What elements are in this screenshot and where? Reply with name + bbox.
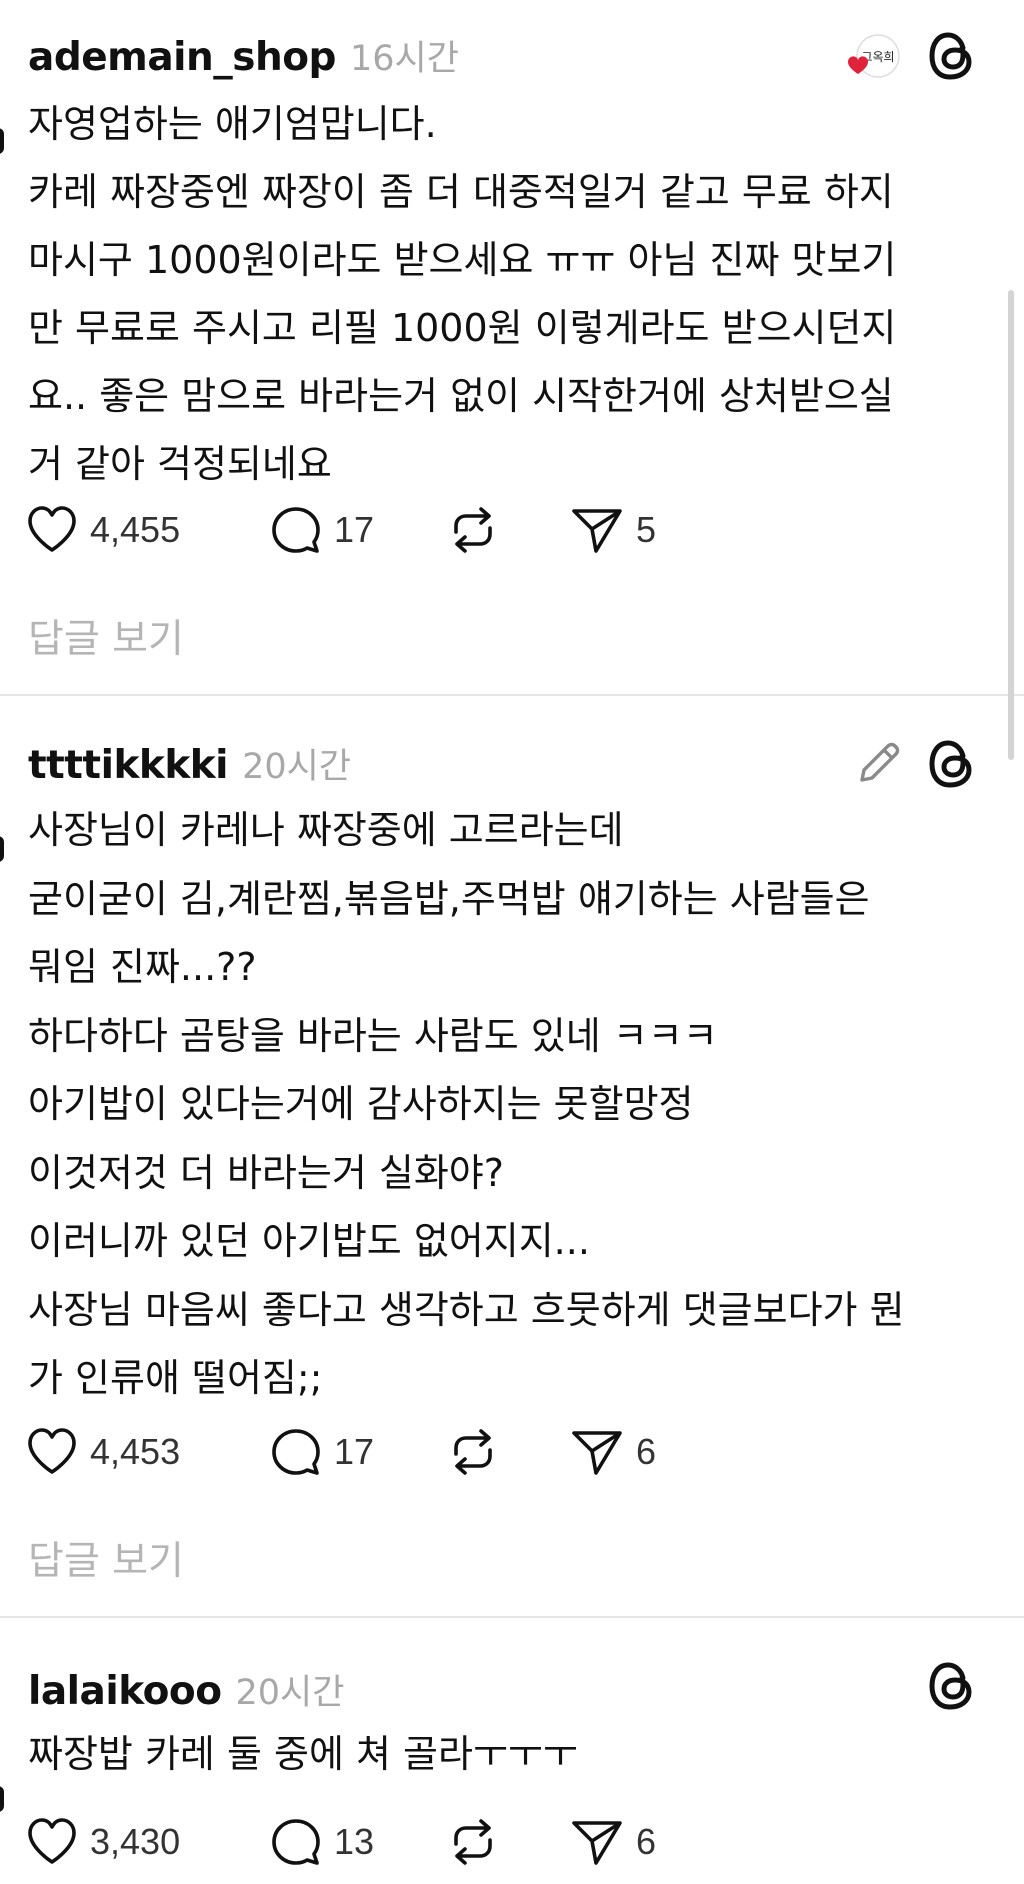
post-actions: 4,455 17 5	[26, 500, 826, 560]
timestamp: 16시간	[349, 39, 459, 79]
post-actions: 4,453 17 6	[26, 1422, 826, 1482]
post-ttttikkkki: ttttikkkki 20시간 사장님이 카레나 짜장중에 고르라는데 굳이굳이…	[0, 696, 1024, 1616]
like-button[interactable]: 4,455	[26, 500, 180, 560]
like-button[interactable]: 4,453	[26, 1422, 180, 1482]
view-replies-link[interactable]: 답글 보기	[28, 608, 184, 664]
username[interactable]: ttttikkkki	[28, 743, 229, 788]
repost-icon	[454, 1819, 492, 1865]
profile-badge-icon[interactable]: 그옥희	[834, 34, 906, 84]
post-text-line: 카레 짜장중엔 짜장이 좀 더 대중적일거 같고 무료 하지	[28, 170, 894, 214]
post-actions: 3,430 13 6	[26, 1812, 826, 1872]
repost-button[interactable]	[446, 1812, 500, 1872]
comment-bubble-icon	[272, 1819, 320, 1865]
heart-icon	[28, 1818, 76, 1864]
share-button[interactable]: 6	[570, 1812, 656, 1872]
post-body: 짜장밥 카레 둘 중에 쳐 골라ㅜㅜㅜ	[28, 1720, 988, 1788]
like-button[interactable]: 3,430	[26, 1812, 180, 1872]
username[interactable]: ademain_shop	[28, 35, 336, 80]
post-body: 자영업하는 애기엄맙니다. 카레 짜장중엔 짜장이 좀 더 대중적일거 같고 무…	[28, 90, 988, 498]
pencil-icon[interactable]	[856, 738, 904, 786]
post-ademain-shop: ademain_shop 16시간 그옥희 자영업하는 애기엄맙니다. 카레 짜…	[0, 0, 1024, 694]
threads-logo-icon[interactable]	[928, 30, 976, 82]
repost-icon	[454, 507, 492, 553]
threads-logo-icon[interactable]	[928, 738, 976, 790]
post-header: ademain_shop 16시간	[28, 30, 459, 81]
send-icon	[572, 1431, 622, 1475]
share-count: 5	[636, 509, 657, 550]
post-text-line: 굳이굳이 김,계란찜,볶음밥,주먹밥 얘기하는 사람들은	[28, 876, 870, 921]
repost-button[interactable]	[446, 500, 500, 560]
share-count: 6	[636, 1821, 657, 1862]
share-button[interactable]: 6	[570, 1422, 656, 1482]
post-text-line: 사장님이 카레나 짜장중에 고르라는데	[28, 808, 624, 852]
heart-icon	[28, 1428, 76, 1474]
timestamp: 20시간	[242, 747, 351, 787]
post-text-line: 자영업하는 애기엄맙니다.	[28, 102, 437, 146]
post-text-line: 사장님 마음씨 좋다고 생각하고 흐뭇하게 댓글보다가 뭔	[28, 1287, 905, 1332]
post-text-line: 만 무료로 주시고 리필 1000원 이렇게라도 받으시던지	[28, 306, 897, 350]
threads-logo-icon[interactable]	[928, 1660, 976, 1712]
post-header: lalaikooo 20시간	[28, 1664, 344, 1715]
post-text-line: 마시구 1000원이라도 받으세요 ㅠㅠ 아님 진짜 맛보기	[28, 238, 897, 282]
comment-count: 13	[334, 1821, 375, 1862]
scrollbar[interactable]	[1008, 290, 1014, 760]
username[interactable]: lalaikooo	[28, 1669, 222, 1714]
post-text-line: 거 같아 걱정되네요	[28, 442, 332, 486]
heart-icon	[28, 506, 76, 552]
comment-button[interactable]: 17	[270, 500, 374, 560]
send-icon	[572, 1821, 622, 1865]
repost-icon	[454, 1429, 492, 1475]
post-text-line: 이러니까 있던 아기밥도 없어지지...	[28, 1219, 590, 1263]
post-text-line: 요.. 좋은 맘으로 바라는거 없이 시작한거에 상처받으실	[28, 374, 894, 418]
share-count: 6	[636, 1431, 657, 1472]
repost-button[interactable]	[446, 1422, 500, 1482]
post-text-line: 짜장밥 카레 둘 중에 쳐 골라ㅜㅜㅜ	[28, 1732, 578, 1776]
share-button[interactable]: 5	[570, 500, 656, 560]
post-lalaikooo: lalaikooo 20시간 짜장밥 카레 둘 중에 쳐 골라ㅜㅜㅜ 3,430…	[0, 1618, 1024, 1884]
like-count: 4,455	[90, 509, 181, 550]
comment-bubble-icon	[272, 1429, 320, 1475]
post-body: 사장님이 카레나 짜장중에 고르라는데 굳이굳이 김,계란찜,볶음밥,주먹밥 얘…	[28, 796, 988, 1413]
post-text-line: 뭐임 진짜...??	[28, 945, 257, 989]
like-count: 3,430	[90, 1821, 181, 1862]
like-count: 4,453	[90, 1431, 181, 1472]
comment-count: 17	[334, 509, 375, 550]
send-icon	[572, 509, 622, 553]
avatar-edge	[0, 836, 4, 862]
comment-button[interactable]: 17	[270, 1422, 374, 1482]
comment-count: 17	[334, 1431, 375, 1472]
avatar-edge	[0, 1786, 4, 1812]
timestamp: 20시간	[235, 1673, 345, 1713]
post-text-line: 아기밥이 있다는거에 감사하지는 못할망정	[28, 1082, 694, 1126]
comment-bubble-icon	[272, 507, 320, 553]
post-text-line: 가 인류애 떨어짐;;	[28, 1356, 323, 1400]
post-text-line: 하다하다 곰탕을 바라는 사람도 있네 ㅋㅋㅋ	[28, 1013, 718, 1058]
avatar-edge	[0, 128, 4, 154]
comment-button[interactable]: 13	[270, 1812, 374, 1872]
post-header: ttttikkkki 20시간	[28, 738, 351, 789]
post-text-line: 이것저것 더 바라는거 실화야?	[28, 1150, 504, 1195]
view-replies-link[interactable]: 답글 보기	[28, 1530, 184, 1586]
